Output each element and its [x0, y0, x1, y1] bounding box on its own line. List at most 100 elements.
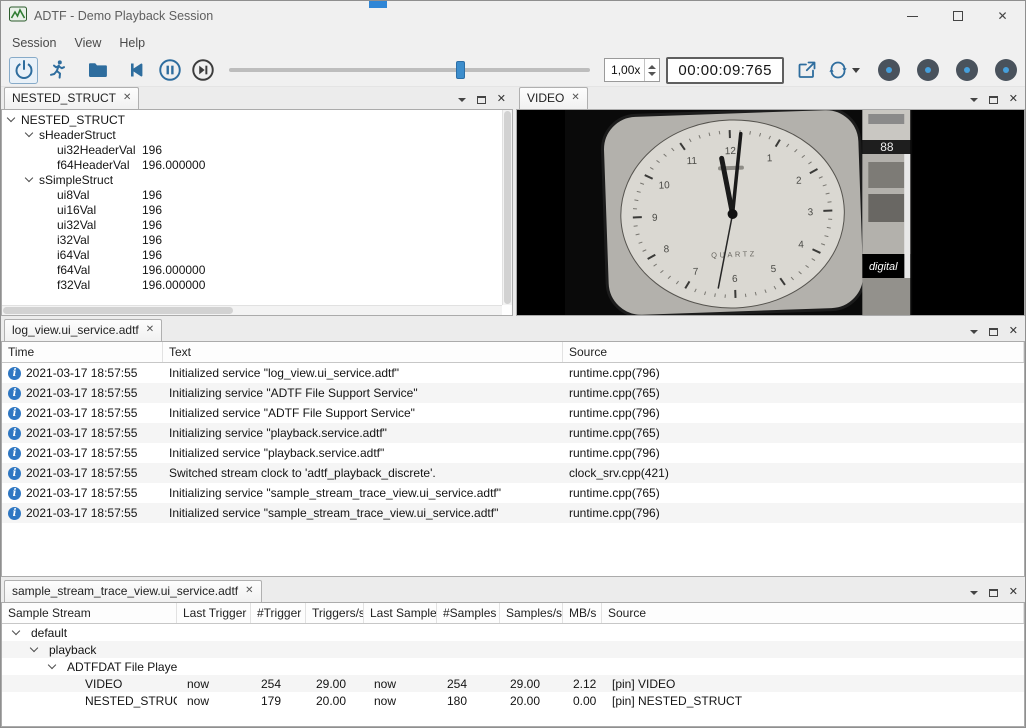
menu-help[interactable]: Help [110, 33, 154, 53]
speed-spinbox[interactable]: 1,00x [604, 58, 660, 82]
timeline-slider[interactable] [229, 60, 590, 80]
tree-row[interactable]: i32Val196 [2, 232, 512, 247]
sample-stream-row[interactable]: ADTFDAT File Player [2, 658, 1024, 675]
sample-stream-row[interactable]: playback [2, 641, 1024, 658]
float-panel-icon[interactable] [989, 96, 998, 104]
titlebar[interactable]: ADTF - Demo Playback Session ✕ [1, 1, 1025, 31]
log-row[interactable]: i2021-03-17 18:57:55Initialized service … [2, 363, 1024, 383]
close-button[interactable]: ✕ [980, 1, 1025, 31]
slider-track[interactable] [229, 68, 590, 72]
tree-row[interactable]: ui32HeaderVal196 [2, 142, 512, 157]
column-header[interactable]: Triggers/s [306, 603, 364, 623]
tree-row[interactable]: i64Val196 [2, 247, 512, 262]
column-header[interactable]: Last Trigger [177, 603, 251, 623]
minimize-button[interactable] [890, 1, 935, 31]
marker-button-2[interactable] [917, 59, 939, 81]
slider-handle[interactable] [456, 61, 465, 79]
menu-view[interactable]: View [65, 33, 110, 53]
panel-menu-icon[interactable] [458, 98, 466, 102]
marker-button-4[interactable] [995, 59, 1017, 81]
column-header[interactable]: #Samples [437, 603, 500, 623]
tab-close-icon[interactable]: ✕ [123, 93, 131, 103]
column-header[interactable]: Samples/s [500, 603, 563, 623]
tree-row[interactable]: sHeaderStruct [2, 127, 512, 142]
run-live-button[interactable] [42, 57, 71, 84]
minimize-icon [907, 16, 918, 17]
log-row[interactable]: i2021-03-17 18:57:55Switched stream cloc… [2, 463, 1024, 483]
log-row[interactable]: i2021-03-17 18:57:55Initializing service… [2, 383, 1024, 403]
skip-to-start-button[interactable] [122, 57, 151, 84]
column-header[interactable]: MB/s [563, 603, 602, 623]
menu-session[interactable]: Session [3, 33, 65, 53]
column-header[interactable]: Text [163, 342, 563, 362]
tree-row[interactable]: f32Val196.000000 [2, 277, 512, 292]
tree-row[interactable]: sSimpleStruct [2, 172, 512, 187]
expander-icon[interactable] [25, 174, 33, 182]
tab-close-icon[interactable]: ✕ [571, 93, 579, 103]
tab-nested-struct[interactable]: NESTED_STRUCT ✕ [4, 87, 139, 109]
spin-up-icon[interactable] [648, 65, 656, 69]
marker-button-1[interactable] [878, 59, 900, 81]
expander-icon[interactable] [12, 627, 20, 635]
horizontal-scrollbar[interactable] [2, 305, 502, 315]
tab-sample-stream-trace[interactable]: sample_stream_trace_view.ui_service.adtf… [4, 580, 262, 602]
tree-row[interactable]: f64Val196.000000 [2, 262, 512, 277]
panel-menu-icon[interactable] [970, 591, 978, 595]
tab-log-view[interactable]: log_view.ui_service.adtf ✕ [4, 319, 162, 341]
vertical-scrollbar[interactable] [502, 110, 512, 305]
column-header[interactable]: Sample Stream [2, 603, 177, 623]
close-panel-icon[interactable]: ✕ [1009, 94, 1018, 105]
tree-row[interactable]: ui32Val196 [2, 217, 512, 232]
open-session-button[interactable] [83, 57, 112, 84]
tree-row[interactable]: ui8Val196 [2, 187, 512, 202]
cell [177, 624, 251, 641]
expander-icon[interactable] [25, 129, 33, 137]
maximize-button[interactable] [935, 1, 980, 31]
tree-row[interactable]: ui16Val196 [2, 202, 512, 217]
expander-icon[interactable] [7, 114, 15, 122]
scrollbar-thumb[interactable] [3, 307, 233, 314]
tree-row[interactable]: f64HeaderVal196.000000 [2, 157, 512, 172]
float-panel-icon[interactable] [989, 589, 998, 597]
column-header[interactable]: #Trigger [251, 603, 306, 623]
column-header[interactable]: Last Sample [364, 603, 437, 623]
marker-button-3[interactable] [956, 59, 978, 81]
sample-stream-row[interactable]: NESTED_STRUCTnow17920.00now18020.000.00[… [2, 692, 1024, 709]
close-panel-icon[interactable]: ✕ [1009, 326, 1018, 337]
tab-close-icon[interactable]: ✕ [146, 325, 154, 335]
float-panel-icon[interactable] [477, 96, 486, 104]
scrollbar-thumb[interactable] [504, 111, 511, 304]
column-header[interactable]: Time [2, 342, 163, 362]
close-panel-icon[interactable]: ✕ [1009, 587, 1018, 598]
tab-video[interactable]: VIDEO ✕ [519, 87, 588, 109]
log-row[interactable]: i2021-03-17 18:57:55Initializing service… [2, 483, 1024, 503]
log-row[interactable]: i2021-03-17 18:57:55Initializing service… [2, 423, 1024, 443]
log-row[interactable]: i2021-03-17 18:57:55Initialized service … [2, 403, 1024, 423]
expander-icon[interactable] [30, 644, 38, 652]
pause-button[interactable] [155, 57, 184, 84]
repeat-button[interactable] [825, 57, 861, 84]
column-header[interactable]: Source [602, 603, 1024, 623]
svg-text:6: 6 [732, 274, 738, 285]
panel-menu-icon[interactable] [970, 98, 978, 102]
tab-close-icon[interactable]: ✕ [245, 586, 253, 596]
log-row[interactable]: i2021-03-17 18:57:55Initialized service … [2, 443, 1024, 463]
spin-down-icon[interactable] [648, 72, 656, 76]
expander-icon[interactable] [48, 661, 56, 669]
sample-stream-row[interactable]: VIDEOnow25429.00now25429.002.12[pin] VID… [2, 675, 1024, 692]
panel-menu-icon[interactable] [970, 330, 978, 334]
time-display[interactable]: 00:00:09:765 [666, 57, 784, 84]
log-row[interactable]: i2021-03-17 18:57:55Initialized service … [2, 503, 1024, 523]
tree-node-label: ui32HeaderVal [57, 143, 136, 157]
skip-to-end-button[interactable] [188, 57, 217, 84]
close-panel-icon[interactable]: ✕ [497, 94, 506, 105]
repeat-menu-arrow-icon[interactable] [852, 68, 860, 73]
column-header[interactable]: Source [563, 342, 1024, 362]
export-icon [795, 58, 819, 82]
tree-row[interactable]: NESTED_STRUCT [2, 112, 512, 127]
svg-text:10: 10 [658, 180, 670, 191]
power-button[interactable] [9, 57, 38, 84]
export-button[interactable] [792, 57, 821, 84]
sample-stream-row[interactable]: default [2, 624, 1024, 641]
float-panel-icon[interactable] [989, 328, 998, 336]
